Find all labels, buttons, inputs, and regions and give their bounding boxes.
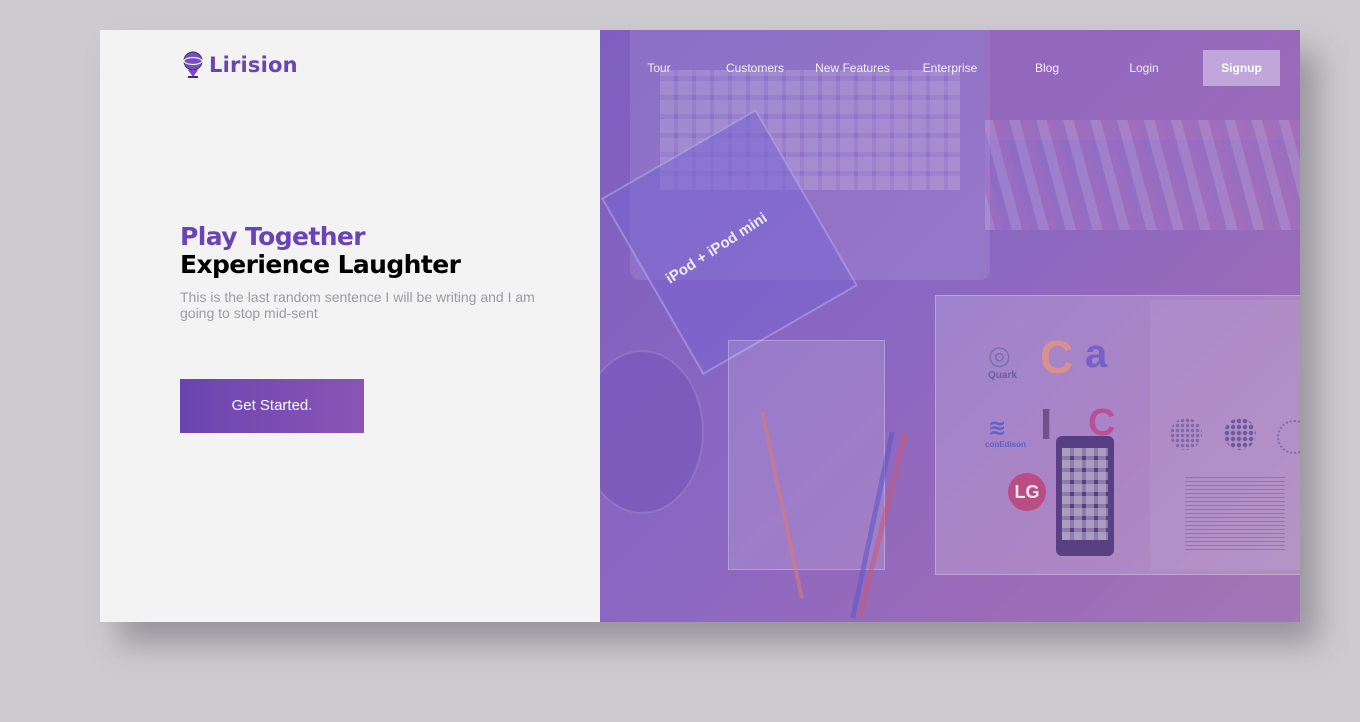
nav-enterprise[interactable]: Enterprise [916,50,984,86]
get-started-button[interactable]: Get Started. [180,379,364,433]
a-logo-mark: a [1085,332,1108,376]
hero-photo: iPod + iPod mini ◎ Quark C a ≋ conEdison… [600,30,1300,622]
i-logo-mark: I [1040,400,1053,449]
nav-tour[interactable]: Tour [630,50,688,86]
nav-customers[interactable]: Customers [720,50,790,86]
left-panel: Lirision Play Together Experience Laught… [100,30,600,622]
nav-blog[interactable]: Blog [1019,50,1075,86]
globe-pin-icon [182,50,204,80]
nav-login[interactable]: Login [1116,50,1172,86]
halftone-dots-image [1224,418,1256,450]
brand-logo[interactable]: Lirision [182,50,298,80]
quark-logo-text: Quark [988,370,1017,381]
lg-logo-mark: LG [1008,473,1046,511]
hero-title-line2: Experience Laughter [180,250,461,279]
halftone-dots-image [1170,418,1202,450]
hero-title-line1: Play Together [180,222,366,251]
books-spines-image [985,120,1300,230]
brand-name: Lirision [209,53,298,77]
landing-card: Lirision Play Together Experience Laught… [100,30,1300,622]
quark-logo-mark: ◎ [988,340,1011,370]
text-columns-image [1185,475,1285,550]
hero: Play Together Experience Laughter This i… [180,222,580,322]
conedison-logo-mark: ≋ [988,415,1007,440]
nav-new-features[interactable]: New Features [810,50,895,86]
c-logo-mark: C [1040,331,1074,383]
hero-subtitle: This is the last random sentence I will … [180,289,535,321]
plate-image [600,350,704,514]
notebook-image [728,340,885,570]
signup-button[interactable]: Signup [1203,50,1280,86]
phone-screen-image [1062,448,1108,540]
conedison-logo-text: conEdison [985,440,1026,449]
